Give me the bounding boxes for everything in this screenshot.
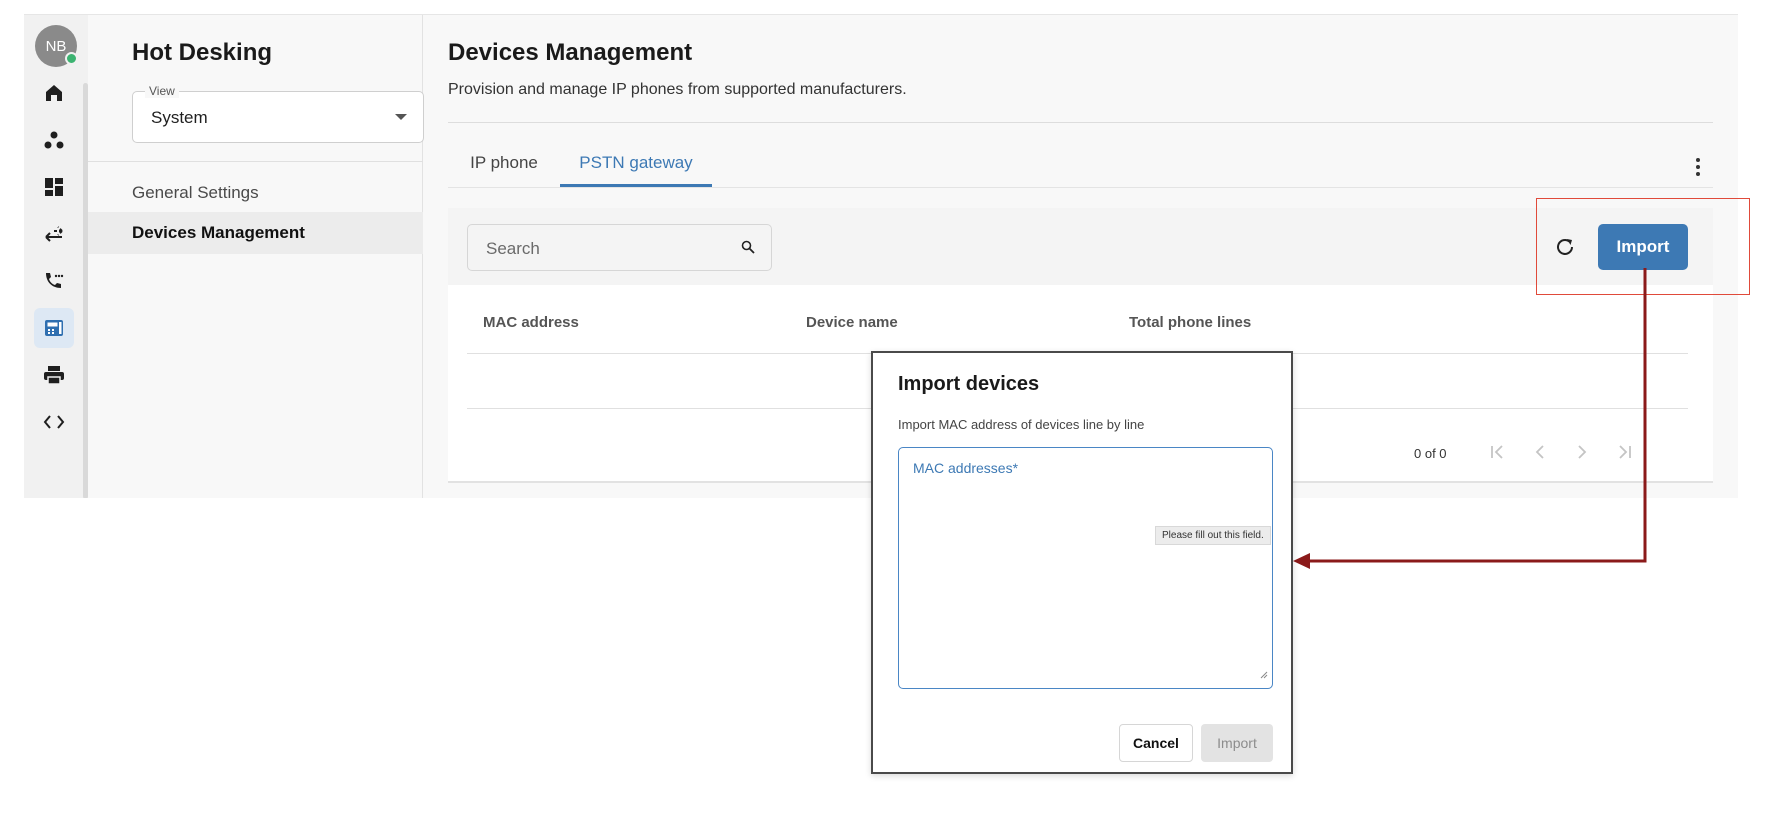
previous-page-icon[interactable] xyxy=(1528,442,1552,462)
sidenav-item-label: General Settings xyxy=(132,183,259,202)
side-navigation: Hot Desking View System General Settings… xyxy=(88,15,424,498)
column-header-mac-address[interactable]: MAC address xyxy=(483,314,579,331)
column-header-total-phone-lines[interactable]: Total phone lines xyxy=(1129,314,1251,331)
page-title: Devices Management xyxy=(448,39,693,66)
search-placeholder: Search xyxy=(486,239,540,258)
validation-tooltip: Please fill out this field. xyxy=(1155,526,1271,545)
view-select-label: View xyxy=(145,84,179,98)
page-subtitle: Provision and manage IP phones from supp… xyxy=(448,81,907,98)
first-page-icon[interactable] xyxy=(1486,442,1510,462)
sidenav-title: Hot Desking xyxy=(132,39,273,66)
table-toolbar: Search Import xyxy=(448,208,1713,285)
tab-underline xyxy=(448,187,1713,188)
last-page-icon[interactable] xyxy=(1612,442,1636,462)
sidenav-item-devices-management[interactable]: Devices Management xyxy=(88,212,423,254)
mac-addresses-textarea[interactable]: MAC addresses* Please fill out this fiel… xyxy=(898,447,1273,689)
tab-label: PSTN gateway xyxy=(579,153,693,172)
icon-rail: NB xyxy=(24,15,88,498)
code-icon[interactable] xyxy=(34,402,74,442)
dialog-title: Import devices xyxy=(898,373,1040,395)
chevron-down-icon xyxy=(395,114,407,120)
desk-phone-icon[interactable] xyxy=(34,308,74,348)
dialog-description: Import MAC address of devices line by li… xyxy=(898,417,1145,432)
divider xyxy=(448,122,1713,123)
printer-icon[interactable] xyxy=(34,355,74,395)
home-icon[interactable] xyxy=(34,73,74,113)
next-page-icon[interactable] xyxy=(1570,442,1594,462)
view-select[interactable]: View System xyxy=(132,84,424,143)
avatar-initials: NB xyxy=(45,37,67,55)
sidenav-item-label: Devices Management xyxy=(132,223,305,242)
dashboard-icon[interactable] xyxy=(34,167,74,207)
cancel-button[interactable]: Cancel xyxy=(1119,724,1193,762)
column-header-device-name[interactable]: Device name xyxy=(806,314,898,331)
transfer-icon[interactable] xyxy=(34,214,74,254)
search-input[interactable]: Search xyxy=(467,224,772,271)
tab-label: IP phone xyxy=(470,153,538,172)
pagination-count: 0 of 0 xyxy=(1414,446,1447,461)
divider xyxy=(88,161,423,162)
resize-handle-icon[interactable] xyxy=(1258,666,1268,684)
more-options-icon[interactable] xyxy=(1687,153,1709,181)
view-select-value: System xyxy=(151,108,208,127)
mac-addresses-label: MAC addresses* xyxy=(913,460,1019,476)
tab-pstn-gateway[interactable]: PSTN gateway xyxy=(560,147,712,187)
search-icon xyxy=(741,240,755,259)
avatar[interactable]: NB xyxy=(35,25,78,67)
groups-icon[interactable] xyxy=(34,120,74,160)
dialog-import-button[interactable]: Import xyxy=(1201,724,1273,762)
import-highlight-box xyxy=(1536,198,1750,295)
import-devices-dialog: Import devices Import MAC address of dev… xyxy=(871,351,1293,774)
phone-forward-icon[interactable] xyxy=(34,261,74,301)
online-status-dot xyxy=(65,52,78,65)
sidenav-item-general-settings[interactable]: General Settings xyxy=(88,172,423,214)
tab-ip-phone[interactable]: IP phone xyxy=(448,147,560,187)
